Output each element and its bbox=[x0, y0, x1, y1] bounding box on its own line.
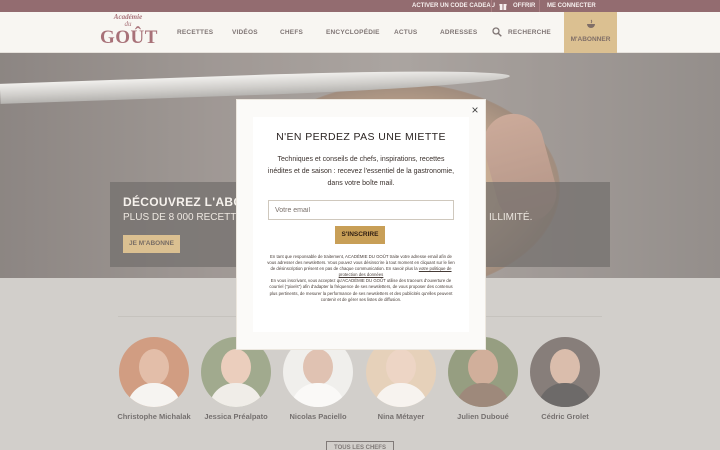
modal-title: N'EN PERDEZ PAS UNE MIETTE bbox=[276, 131, 446, 143]
subscribe-submit-button[interactable]: S'INSCRIRE bbox=[335, 226, 385, 244]
legal-text-2: En vous inscrivant, vous acceptez qu'ACA… bbox=[269, 278, 453, 302]
legal-notice: En tant que responsable de traitement, A… bbox=[266, 254, 456, 303]
modal-description: Techniques et conseils de chefs, inspira… bbox=[267, 156, 455, 187]
email-field[interactable] bbox=[268, 200, 454, 220]
close-icon[interactable]: × bbox=[469, 104, 481, 116]
